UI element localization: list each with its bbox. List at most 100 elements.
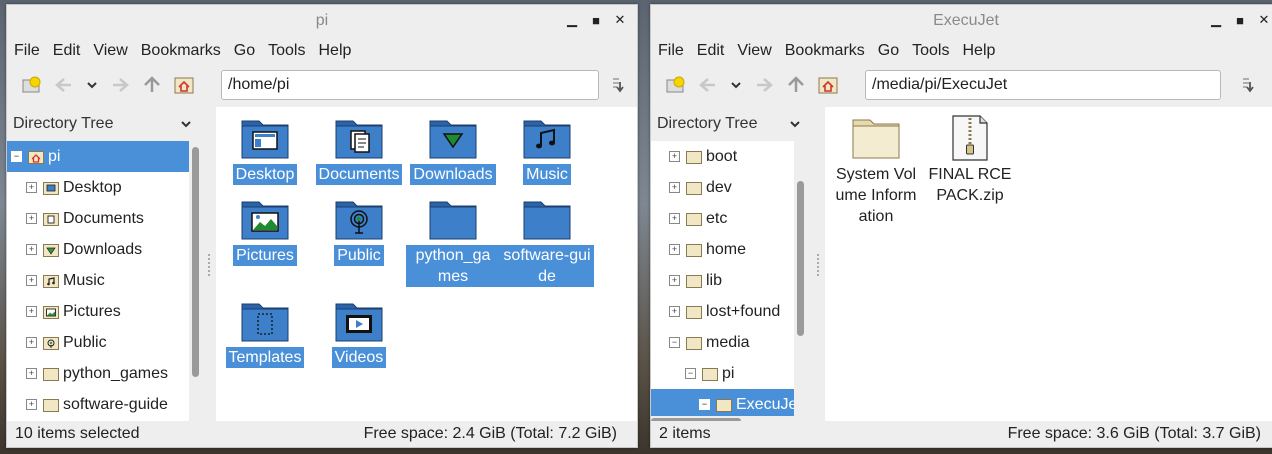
file-item-label: System Volume Information — [835, 166, 917, 225]
file-item-documents[interactable]: Documents — [312, 115, 406, 185]
expand-toggle[interactable]: + — [26, 337, 37, 348]
menu-file[interactable]: File — [658, 42, 684, 60]
up-arrow-icon[interactable] — [137, 70, 167, 100]
tree-item-public[interactable]: + Public — [7, 327, 189, 358]
collapse-toggle[interactable]: − — [11, 151, 22, 162]
side-pane-selector[interactable]: Directory Tree — [651, 107, 811, 141]
file-item-software-guide[interactable]: software-guide — [500, 196, 594, 287]
expand-toggle[interactable]: + — [669, 306, 680, 317]
tree-item-home[interactable]: + home — [651, 234, 807, 265]
file-item-videos[interactable]: Videos — [312, 298, 406, 368]
tree-item-music[interactable]: + Music — [7, 265, 189, 296]
expand-toggle[interactable]: + — [669, 182, 680, 193]
close-button[interactable]: ✕ — [611, 11, 629, 29]
forward-arrow-icon[interactable] — [105, 70, 135, 100]
minimize-button[interactable]: ▁ — [1207, 11, 1225, 29]
menu-go[interactable]: Go — [234, 42, 255, 60]
path-input[interactable]: /home/pi — [221, 70, 599, 100]
title-bar[interactable]: ExecuJet ▁ ■ ✕ — [651, 5, 1272, 37]
expand-toggle[interactable]: + — [669, 244, 680, 255]
tree-item-python-games[interactable]: + python_games — [7, 358, 189, 389]
tree-item-etc[interactable]: + etc — [651, 203, 807, 234]
collapse-toggle[interactable]: − — [669, 337, 680, 348]
back-arrow-icon[interactable] — [693, 70, 723, 100]
tree-item-boot[interactable]: + boot — [651, 141, 807, 172]
menu-view[interactable]: View — [93, 42, 127, 60]
tree-scrollbar[interactable] — [794, 141, 807, 423]
tree-item-documents[interactable]: + Documents — [7, 203, 189, 234]
menu-edit[interactable]: Edit — [53, 42, 81, 60]
tree-item-downloads[interactable]: + Downloads — [7, 234, 189, 265]
scrollbar-thumb[interactable] — [797, 181, 804, 336]
tree-item-dev[interactable]: + dev — [651, 172, 807, 203]
tree-scrollbar[interactable] — [189, 141, 202, 423]
tree-item-software-guide[interactable]: + software-guide — [7, 389, 189, 420]
menu-help[interactable]: Help — [318, 42, 351, 60]
menu-go[interactable]: Go — [878, 42, 899, 60]
expand-toggle[interactable]: + — [26, 399, 37, 410]
tree-item-pi[interactable]: − pi — [7, 141, 189, 172]
tree-item-media[interactable]: − media — [651, 327, 807, 358]
collapse-toggle[interactable]: − — [685, 368, 696, 379]
expand-toggle[interactable]: + — [26, 275, 37, 286]
zip-archive-icon — [952, 115, 988, 161]
tree-item-lost-found[interactable]: + lost+found — [651, 296, 807, 327]
scrollbar-thumb[interactable] — [192, 147, 199, 377]
expand-toggle[interactable]: + — [669, 213, 680, 224]
menu-tools[interactable]: Tools — [268, 42, 305, 60]
status-item-count: 2 items — [659, 425, 711, 442]
menu-help[interactable]: Help — [962, 42, 995, 60]
expand-toggle[interactable]: + — [669, 151, 680, 162]
file-item-downloads[interactable]: Downloads — [406, 115, 500, 185]
go-jump-icon[interactable] — [603, 70, 633, 100]
tree-item-lib[interactable]: + lib — [651, 265, 807, 296]
menu-bookmarks[interactable]: Bookmarks — [785, 42, 865, 60]
history-chevron-down-icon[interactable] — [81, 70, 103, 100]
menu-bookmarks[interactable]: Bookmarks — [141, 42, 221, 60]
file-item-desktop[interactable]: Desktop — [218, 115, 312, 185]
expand-toggle[interactable]: + — [669, 275, 680, 286]
go-jump-icon[interactable] — [1233, 70, 1263, 100]
file-item-python-games[interactable]: python_games — [406, 196, 500, 287]
menu-file[interactable]: File — [14, 42, 40, 60]
file-item-templates[interactable]: Templates — [218, 298, 312, 368]
maximize-button[interactable]: ■ — [1231, 11, 1249, 29]
file-item-pictures[interactable]: Pictures — [218, 196, 312, 266]
pane-splitter[interactable] — [202, 107, 216, 423]
minimize-button[interactable]: ▁ — [563, 11, 581, 29]
home-icon[interactable] — [813, 70, 843, 100]
new-tab-button[interactable] — [17, 70, 47, 100]
new-tab-button[interactable] — [661, 70, 691, 100]
file-item-label: FINAL RCE PACK.zip — [928, 166, 1012, 204]
file-item-system-volume-information[interactable]: System Volume Information — [829, 115, 923, 227]
file-item-music[interactable]: Music — [500, 115, 594, 185]
status-free-space: Free space: 3.6 GiB (Total: 3.7 GiB) — [1007, 425, 1261, 442]
maximize-button[interactable]: ■ — [587, 11, 605, 29]
back-arrow-icon[interactable] — [49, 70, 79, 100]
home-icon[interactable] — [169, 70, 199, 100]
pane-splitter[interactable] — [811, 107, 825, 423]
history-chevron-down-icon[interactable] — [725, 70, 747, 100]
status-free-space: Free space: 2.4 GiB (Total: 7.2 GiB) — [363, 425, 617, 442]
file-item-final-rce-pack-zip[interactable]: FINAL RCE PACK.zip — [923, 115, 1017, 206]
up-arrow-icon[interactable] — [781, 70, 811, 100]
side-pane-selector[interactable]: Directory Tree — [7, 107, 202, 141]
expand-toggle[interactable]: + — [26, 306, 37, 317]
expand-toggle[interactable]: + — [26, 244, 37, 255]
forward-arrow-icon[interactable] — [749, 70, 779, 100]
menu-edit[interactable]: Edit — [697, 42, 725, 60]
menu-tools[interactable]: Tools — [912, 42, 949, 60]
file-item-public[interactable]: Public — [312, 196, 406, 266]
title-bar[interactable]: pi ▁ ■ ✕ — [7, 5, 637, 37]
menu-view[interactable]: View — [737, 42, 771, 60]
tree-item-pi[interactable]: − pi — [651, 358, 807, 389]
tree-item-desktop[interactable]: + Desktop — [7, 172, 189, 203]
path-input[interactable]: /media/pi/ExecuJet — [865, 70, 1221, 100]
expand-toggle[interactable]: + — [26, 368, 37, 379]
expand-toggle[interactable]: + — [26, 182, 37, 193]
close-button[interactable]: ✕ — [1255, 11, 1272, 29]
toolbar: /media/pi/ExecuJet — [651, 65, 1272, 105]
expand-toggle[interactable]: + — [26, 213, 37, 224]
collapse-toggle[interactable]: − — [699, 399, 710, 410]
tree-item-pictures[interactable]: + Pictures — [7, 296, 189, 327]
